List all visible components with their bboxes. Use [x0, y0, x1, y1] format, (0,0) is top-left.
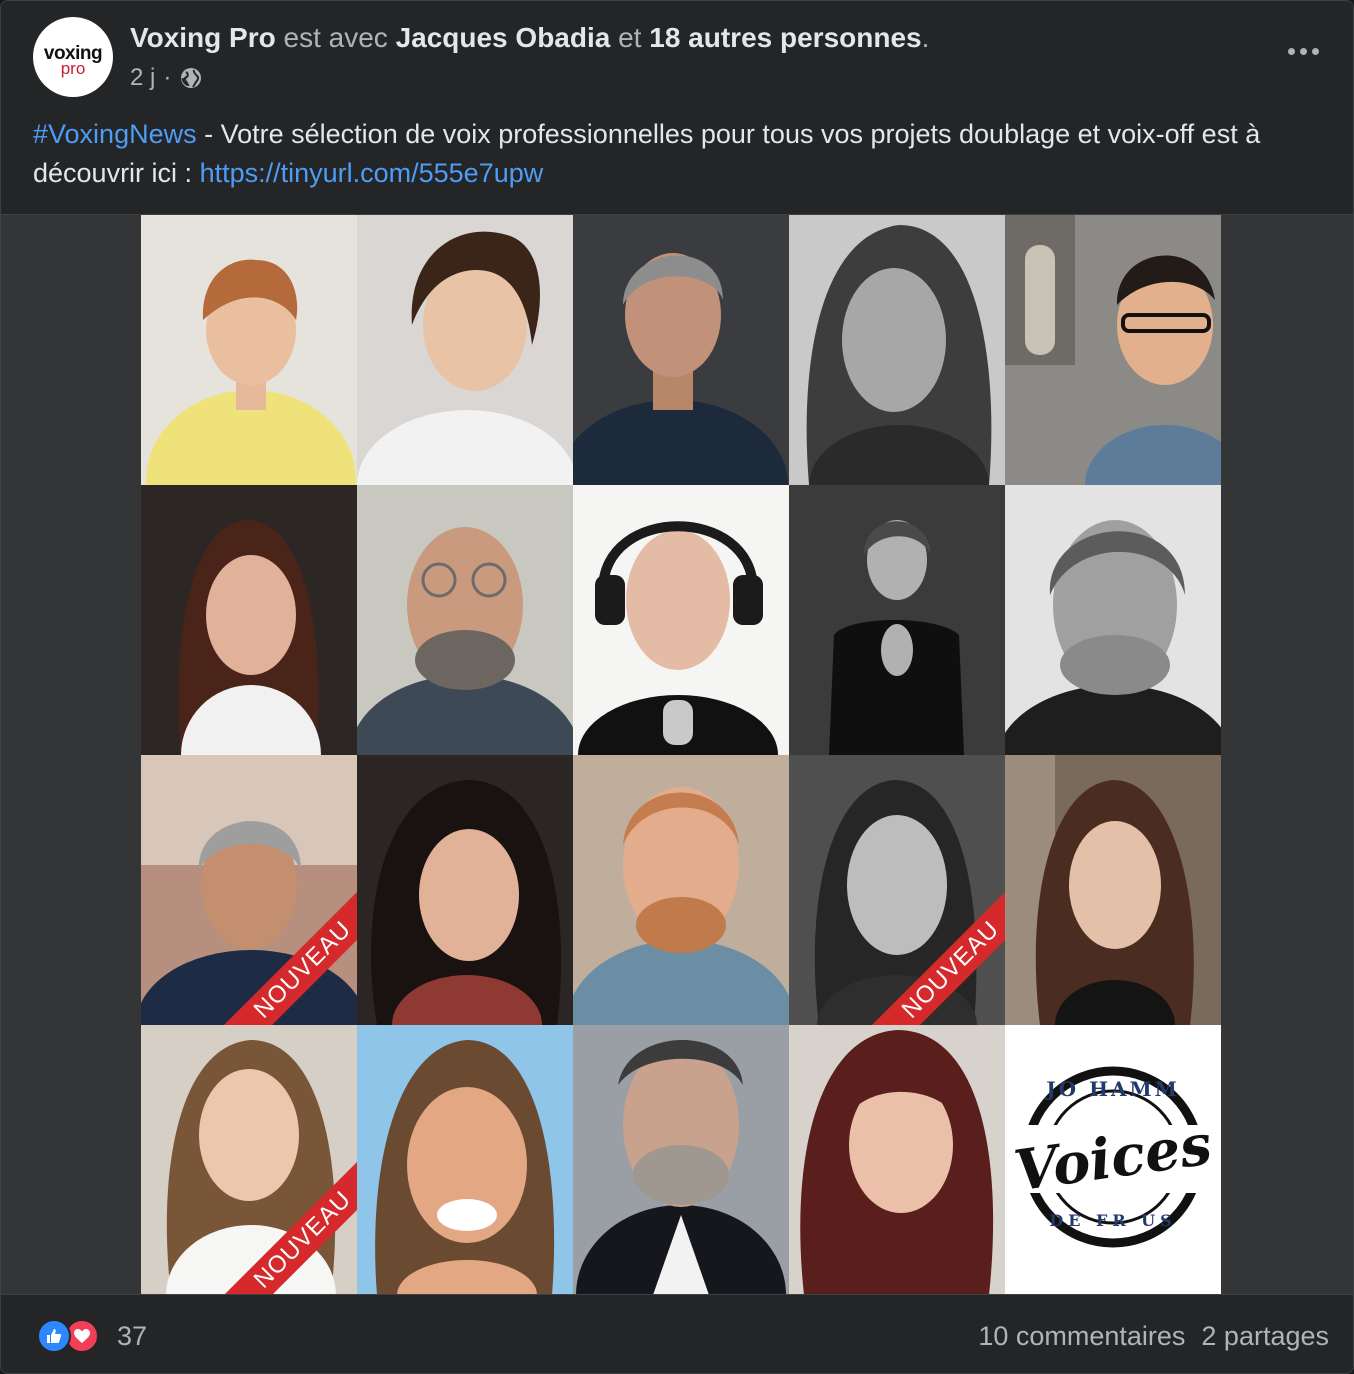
post-meta: 2 j ·: [130, 63, 203, 93]
with-text: est avec: [283, 22, 388, 53]
photo-tile: [357, 755, 573, 1025]
logo-arc-bottom-text: DE FR US: [1049, 1211, 1177, 1230]
shares-count-link[interactable]: 2 partages: [1201, 1321, 1329, 1352]
photo-tile: [141, 215, 357, 485]
engagement-stats: 10 commentaires 2 partages: [978, 1321, 1329, 1352]
photo-tile: NOUVEAU: [789, 755, 1005, 1025]
author-line: Voxing Pro est avec Jacques Obadia et 18…: [130, 21, 929, 55]
reactions-summary[interactable]: 37: [37, 1319, 147, 1353]
others-link[interactable]: 18 autres personnes: [649, 22, 921, 53]
photo-collage[interactable]: NOUVEAU NOUVEAU NOUVEAU JO HAMM Voices D…: [141, 215, 1221, 1295]
globe-icon[interactable]: [179, 66, 203, 90]
photo-tile: [573, 215, 789, 485]
more-dot: [1311, 47, 1319, 55]
photo-tile: [789, 215, 1005, 485]
jo-hamm-voices-logo-tile: JO HAMM Voices DE FR US: [1005, 1025, 1221, 1295]
photo-tile: [573, 485, 789, 755]
post-timestamp[interactable]: 2 j: [130, 63, 155, 93]
photo-tile: NOUVEAU: [141, 755, 357, 1025]
post-media[interactable]: NOUVEAU NOUVEAU NOUVEAU JO HAMM Voices D…: [1, 214, 1353, 1295]
post-header: voxing pro Voxing Pro est avec Jacques O…: [33, 17, 1321, 99]
comments-count-link[interactable]: 10 commentaires: [978, 1321, 1185, 1352]
photo-tile: [573, 1025, 789, 1295]
more-dot: [1299, 47, 1307, 55]
photo-tile: [357, 215, 573, 485]
photo-tile: [789, 1025, 1005, 1295]
photo-tile: [1005, 755, 1221, 1025]
photo-tile: [357, 1025, 573, 1295]
post-footer: 37 10 commentaires 2 partages: [1, 1294, 1353, 1373]
photo-tile: [1005, 485, 1221, 755]
page-avatar[interactable]: voxing pro: [33, 17, 113, 97]
post-text: #VoxingNews - Votre sélection de voix pr…: [33, 115, 1323, 193]
logo-arc-top-text: JO HAMM: [1046, 1077, 1180, 1101]
hashtag-link[interactable]: #VoxingNews: [33, 119, 197, 149]
and-text: et: [618, 22, 642, 53]
photo-tile: [357, 485, 573, 755]
author-name-link[interactable]: Voxing Pro: [130, 22, 276, 53]
photo-tile: NOUVEAU: [141, 1025, 357, 1295]
photo-tile: [1005, 215, 1221, 485]
url-link[interactable]: https://tinyurl.com/555e7upw: [200, 158, 544, 188]
tagged-person-link[interactable]: Jacques Obadia: [396, 22, 611, 53]
like-icon: [37, 1319, 71, 1353]
reaction-count[interactable]: 37: [117, 1321, 147, 1352]
photo-tile: [789, 485, 1005, 755]
photo-tile: [573, 755, 789, 1025]
avatar-logo-subtext: pro: [60, 59, 86, 78]
more-options-icon[interactable]: [1285, 43, 1321, 59]
more-dot: [1287, 47, 1295, 55]
photo-tile: [141, 485, 357, 755]
period-text: .: [921, 22, 930, 53]
facebook-post: voxing pro Voxing Pro est avec Jacques O…: [0, 0, 1354, 1374]
meta-separator: ·: [163, 64, 172, 91]
